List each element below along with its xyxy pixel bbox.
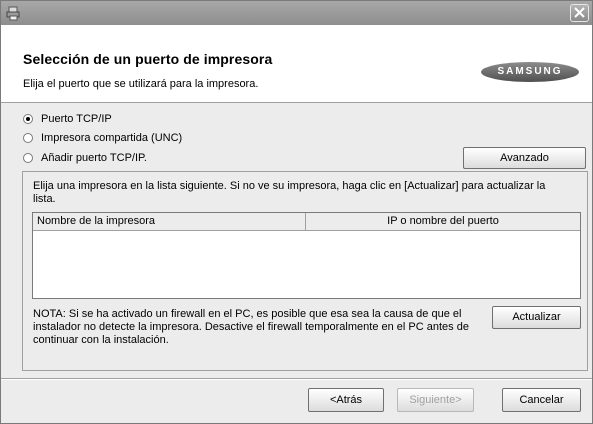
page-subtitle: Elija el puerto que se utilizará para la… — [23, 78, 259, 90]
table-header: Nombre de la impresora IP o nombre del p… — [33, 213, 580, 231]
close-button[interactable] — [570, 4, 589, 22]
printer-app-icon — [6, 5, 22, 21]
cancel-button[interactable]: Cancelar — [502, 388, 581, 412]
footer-separator — [1, 378, 592, 380]
printer-table[interactable]: Nombre de la impresora IP o nombre del p… — [32, 212, 581, 299]
option-label: Impresora compartida (UNC) — [41, 132, 183, 144]
radio-button[interactable] — [23, 133, 33, 143]
instructions-text: Elija una impresora en la lista siguient… — [33, 180, 546, 205]
option-tcpip[interactable]: Puerto TCP/IP — [23, 111, 112, 127]
option-label: Puerto TCP/IP — [41, 113, 112, 125]
radio-button[interactable] — [23, 153, 33, 163]
option-add-tcpip-port[interactable]: Añadir puerto TCP/IP. — [23, 150, 147, 166]
page-title: Selección de un puerto de impresora — [23, 51, 273, 67]
refresh-button[interactable]: Actualizar — [492, 306, 581, 329]
close-icon — [574, 7, 585, 18]
firewall-note: NOTA: Si se ha activado un firewall en e… — [33, 308, 469, 346]
option-label: Añadir puerto TCP/IP. — [41, 152, 147, 164]
column-header-ip-port[interactable]: IP o nombre del puerto — [306, 215, 580, 227]
advanced-button[interactable]: Avanzado — [463, 147, 586, 169]
samsung-logo: SAMSUNG — [481, 62, 579, 82]
installer-window: Selección de un puerto de impresora Elij… — [0, 0, 593, 424]
radio-button-selected[interactable] — [23, 114, 33, 124]
back-button[interactable]: <Atrás — [308, 388, 384, 412]
next-button[interactable]: Siguiente> — [397, 388, 474, 412]
title-bar[interactable] — [1, 1, 592, 25]
column-header-printer-name[interactable]: Nombre de la impresora — [37, 215, 155, 227]
option-shared-printer[interactable]: Impresora compartida (UNC) — [23, 130, 182, 146]
wizard-header: Selección de un puerto de impresora Elij… — [1, 25, 592, 103]
